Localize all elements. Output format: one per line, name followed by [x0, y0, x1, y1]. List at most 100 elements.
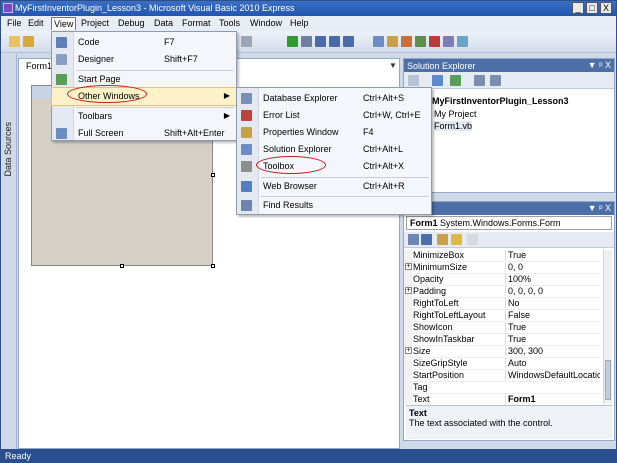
close-button[interactable]: X: [600, 2, 612, 14]
property-row[interactable]: RightToLeftLayout False: [404, 310, 600, 322]
show-all-files-icon[interactable]: [432, 75, 443, 86]
property-value[interactable]: 100%: [505, 274, 600, 284]
properties-icon[interactable]: [408, 75, 419, 86]
property-value[interactable]: 300, 300: [505, 346, 600, 356]
panel-pin-buttons[interactable]: ▼ ᵖ X: [588, 60, 611, 70]
expand-icon[interactable]: +: [405, 263, 412, 270]
menu-item-full-screen[interactable]: Full Screen Shift+Alt+Enter: [52, 125, 236, 142]
menu-item-start-page[interactable]: Start Page: [52, 71, 236, 88]
property-row[interactable]: + Padding 0, 0, 0, 0: [404, 286, 600, 298]
document-list-dropdown[interactable]: ▼: [389, 61, 397, 70]
menu-item-shortcut: F7: [164, 37, 175, 47]
redo-icon[interactable]: [241, 36, 252, 47]
menu-item-label: Designer: [78, 54, 115, 64]
property-row[interactable]: ShowInTaskbar True: [404, 334, 600, 346]
menu-file[interactable]: File: [7, 18, 22, 28]
property-value[interactable]: 0, 0, 0, 0: [505, 286, 600, 296]
step-into-icon[interactable]: [329, 36, 340, 47]
new-project-icon[interactable]: [9, 36, 20, 47]
property-value[interactable]: Form1: [505, 394, 600, 404]
scrollbar-thumb[interactable]: [605, 360, 611, 400]
resize-handle-bottom[interactable]: [120, 264, 124, 268]
tree-solution[interactable]: MyFirstInventorPlugin_Lesson3: [432, 96, 569, 106]
menu-edit[interactable]: Edit: [28, 18, 44, 28]
object-browser-icon[interactable]: [415, 36, 426, 47]
expand-icon[interactable]: +: [405, 347, 412, 354]
step-icon[interactable]: [315, 36, 326, 47]
property-row[interactable]: Tag: [404, 382, 600, 394]
menu-debug[interactable]: Debug: [118, 18, 145, 28]
menu-tools[interactable]: Tools: [219, 18, 240, 28]
property-row[interactable]: + MinimumSize 0, 0: [404, 262, 600, 274]
step-over-icon[interactable]: [343, 36, 354, 47]
error-list-icon[interactable]: [429, 36, 440, 47]
property-name: MinimizeBox: [413, 250, 465, 260]
property-value[interactable]: True: [505, 334, 600, 344]
property-name: RightToLeftLayout: [413, 310, 486, 320]
property-row[interactable]: RightToLeft No: [404, 298, 600, 310]
property-value[interactable]: Auto: [505, 358, 600, 368]
categorized-icon[interactable]: [408, 234, 419, 245]
property-row[interactable]: SizeGripStyle Auto: [404, 358, 600, 370]
properties-object-selector[interactable]: Form1 System.Windows.Forms.Form: [406, 216, 612, 230]
menu-view[interactable]: View: [51, 17, 77, 30]
properties-pin-buttons[interactable]: ▼ ᵖ X: [588, 203, 611, 213]
open-icon[interactable]: [23, 36, 34, 47]
menu-project[interactable]: Project: [81, 18, 109, 28]
menu-window[interactable]: Window: [250, 18, 282, 28]
menu-item-web-browser[interactable]: Web Browser Ctrl+Alt+R: [237, 178, 431, 195]
property-value[interactable]: True: [505, 322, 600, 332]
resize-handle-corner[interactable]: [211, 264, 215, 268]
menu-item-properties-window[interactable]: Properties Window F4: [237, 124, 431, 141]
refresh-icon[interactable]: [450, 75, 461, 86]
data-sources-tab[interactable]: Data Sources: [3, 122, 13, 177]
menu-format[interactable]: Format: [182, 18, 211, 28]
property-row[interactable]: Opacity 100%: [404, 274, 600, 286]
start-page-icon[interactable]: [443, 36, 454, 47]
tree-my-project[interactable]: My Project: [434, 109, 477, 119]
property-grid-scrollbar[interactable]: [603, 250, 612, 404]
solution-explorer-icon: [241, 144, 252, 155]
property-name: Padding: [413, 286, 447, 296]
property-value[interactable]: 0, 0: [505, 262, 600, 272]
property-value[interactable]: True: [505, 250, 600, 260]
property-row[interactable]: Text Form1: [404, 394, 600, 404]
resize-handle-right[interactable]: [211, 173, 215, 177]
menu-item-label: Properties Window: [263, 127, 339, 137]
start-debug-icon[interactable]: [287, 36, 298, 47]
property-value[interactable]: False: [505, 310, 600, 320]
toolbox-icon: [241, 161, 252, 172]
property-value[interactable]: WindowsDefaultLocation: [505, 370, 600, 380]
alphabetical-icon[interactable]: [421, 234, 432, 245]
property-pages-icon[interactable]: [467, 234, 478, 245]
menu-item-toolbars[interactable]: Toolbars ▶: [52, 108, 236, 125]
menu-item-code[interactable]: Code F7: [52, 34, 236, 51]
menu-item-database-explorer[interactable]: Database Explorer Ctrl+Alt+S: [237, 90, 431, 107]
menu-item-find-results[interactable]: Find Results: [237, 197, 431, 214]
property-row[interactable]: StartPosition WindowsDefaultLocation: [404, 370, 600, 382]
minimize-button[interactable]: _: [572, 2, 584, 14]
menu-item-error-list[interactable]: Error List Ctrl+W, Ctrl+E: [237, 107, 431, 124]
property-name: Opacity: [413, 274, 444, 284]
menu-data[interactable]: Data: [154, 18, 173, 28]
properties-view-icon[interactable]: [437, 234, 448, 245]
events-icon[interactable]: [451, 234, 462, 245]
menu-item-solution-explorer[interactable]: Solution Explorer Ctrl+Alt+L: [237, 141, 431, 158]
property-row[interactable]: MinimizeBox True: [404, 250, 600, 262]
property-value[interactable]: No: [505, 298, 600, 308]
menu-help[interactable]: Help: [290, 18, 309, 28]
solution-explorer-icon[interactable]: [373, 36, 384, 47]
property-row[interactable]: ShowIcon True: [404, 322, 600, 334]
menu-item-designer[interactable]: Designer Shift+F7: [52, 51, 236, 68]
expand-icon[interactable]: +: [405, 287, 412, 294]
maximize-button[interactable]: □: [586, 2, 598, 14]
properties-icon[interactable]: [387, 36, 398, 47]
tree-form1-vb[interactable]: Form1.vb: [434, 121, 473, 131]
web-browser-icon: [241, 181, 252, 192]
extension-icon[interactable]: [457, 36, 468, 47]
property-row[interactable]: + Size 300, 300: [404, 346, 600, 358]
pause-icon[interactable]: [301, 36, 312, 47]
view-designer-icon[interactable]: [490, 75, 501, 86]
toolbox-icon[interactable]: [401, 36, 412, 47]
view-code-icon[interactable]: [474, 75, 485, 86]
